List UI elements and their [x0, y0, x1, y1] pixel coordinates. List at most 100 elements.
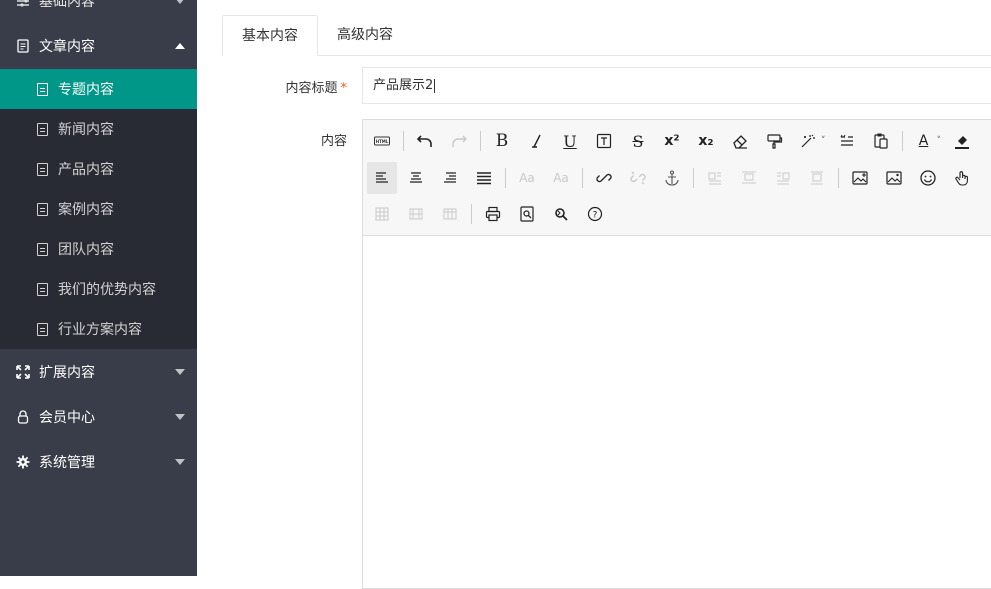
- chevron-down-icon[interactable]: ˅: [821, 136, 826, 146]
- document-icon: [37, 122, 48, 136]
- text-box-icon[interactable]: [589, 125, 619, 157]
- image-none-icon[interactable]: [734, 162, 764, 194]
- required-mark: *: [340, 81, 348, 96]
- insert-image-icon[interactable]: [845, 162, 875, 194]
- sidebar-item-team[interactable]: 团队内容: [0, 229, 197, 269]
- svg-text:?: ?: [593, 210, 598, 220]
- sidebar-item-label: 专题内容: [58, 82, 114, 98]
- tab-basic[interactable]: 基本内容: [222, 15, 318, 56]
- align-justify-icon[interactable]: [469, 162, 499, 194]
- print-icon[interactable]: [478, 198, 508, 230]
- image-center-icon[interactable]: [802, 162, 832, 194]
- underline-icon[interactable]: U: [555, 125, 585, 157]
- superscript-icon[interactable]: x²: [657, 125, 687, 157]
- sidebar-item-label: 行业方案内容: [58, 322, 142, 338]
- search-replace-icon[interactable]: [546, 198, 576, 230]
- document-icon: [16, 38, 30, 53]
- svg-text:HTML: HTML: [376, 139, 389, 144]
- emoji-icon[interactable]: [913, 162, 943, 194]
- bg-color-icon[interactable]: [947, 125, 977, 157]
- content-label: 内容: [320, 134, 347, 149]
- touch-icon[interactable]: [947, 162, 977, 194]
- sidebar-item-product[interactable]: 产品内容: [0, 149, 197, 189]
- align-right-icon[interactable]: [435, 162, 465, 194]
- nav-group-extend[interactable]: 扩展内容: [0, 349, 197, 394]
- nav-group-basic[interactable]: 基础内容: [0, 0, 197, 23]
- link-icon[interactable]: [589, 162, 619, 194]
- toolbar-separator: [582, 168, 583, 188]
- sidebar-item-advantage[interactable]: 我们的优势内容: [0, 269, 197, 309]
- document-icon: [37, 282, 48, 296]
- document-icon: [37, 162, 48, 176]
- undo-icon[interactable]: [410, 125, 440, 157]
- expand-icon: [16, 364, 30, 379]
- rich-text-editor: HTML B U S x² x₂ ˅ A ˅ Aa Aa ?: [362, 119, 991, 589]
- sidebar-item-label: 新闻内容: [58, 122, 114, 138]
- table-col-icon[interactable]: [435, 198, 465, 230]
- chevron-down-icon: [175, 368, 185, 375]
- sidebar-item-news[interactable]: 新闻内容: [0, 109, 197, 149]
- align-center-icon[interactable]: [401, 162, 431, 194]
- font-bigger-icon[interactable]: Aa: [512, 162, 542, 194]
- magic-icon[interactable]: [793, 125, 823, 157]
- nav-group-member[interactable]: 会员中心: [0, 394, 197, 439]
- nav-group-label: 会员中心: [39, 409, 95, 426]
- toolbar-separator: [403, 131, 404, 151]
- sliders-icon: [16, 0, 30, 8]
- toolbar-row-3: ?: [367, 197, 614, 231]
- editor-content-area[interactable]: [363, 236, 991, 588]
- sidebar-item-solution[interactable]: 行业方案内容: [0, 309, 197, 349]
- table-icon[interactable]: [367, 198, 397, 230]
- nav-group-system[interactable]: 系统管理: [0, 439, 197, 484]
- document-icon: [37, 322, 48, 336]
- nav-group-label: 文章内容: [39, 38, 95, 55]
- paste-icon[interactable]: [866, 125, 896, 157]
- toolbar-separator: [480, 131, 481, 151]
- sidebar-item-label: 团队内容: [58, 242, 114, 258]
- toolbar-row-2: Aa Aa: [367, 161, 981, 195]
- nav-group-label: 扩展内容: [39, 364, 95, 381]
- html-source-icon[interactable]: HTML: [367, 125, 397, 157]
- italic-icon[interactable]: [521, 125, 551, 157]
- font-smaller-icon[interactable]: Aa: [546, 162, 576, 194]
- toolbar-separator: [838, 168, 839, 188]
- format-paint-icon[interactable]: [759, 125, 789, 157]
- blockquote-icon[interactable]: [832, 125, 862, 157]
- title-label: 内容标题: [285, 81, 338, 96]
- gear-icon: [16, 455, 30, 469]
- nav-group-article[interactable]: 文章内容: [0, 23, 197, 68]
- unlink-icon[interactable]: [623, 162, 653, 194]
- tab-advanced[interactable]: 高级内容: [318, 15, 412, 56]
- bold-icon[interactable]: B: [487, 125, 517, 157]
- document-icon: [37, 82, 48, 96]
- title-input-value: 产品展示2: [373, 78, 434, 93]
- sidebar-item-label: 案例内容: [58, 202, 114, 218]
- chevron-up-icon: [175, 42, 185, 49]
- image-gallery-icon[interactable]: [879, 162, 909, 194]
- help-icon[interactable]: ?: [580, 198, 610, 230]
- strikethrough-icon[interactable]: S: [623, 125, 653, 157]
- user-icon: [16, 409, 30, 424]
- sidebar-item-label: 我们的优势内容: [58, 282, 156, 298]
- article-submenu: 专题内容 新闻内容 产品内容 案例内容 团队内容 我们的优势内容 行业方案内容: [0, 69, 197, 349]
- nav-group-label: 基础内容: [39, 0, 95, 10]
- preview-icon[interactable]: [512, 198, 542, 230]
- toolbar-row-1: HTML B U S x² x₂ ˅ A ˅: [367, 124, 981, 158]
- document-icon: [37, 242, 48, 256]
- editor-toolbar: HTML B U S x² x₂ ˅ A ˅ Aa Aa ?: [363, 120, 991, 236]
- align-left-icon[interactable]: [367, 162, 397, 194]
- image-right-icon[interactable]: [768, 162, 798, 194]
- redo-icon[interactable]: [444, 125, 474, 157]
- sidebar-item-topic[interactable]: 专题内容: [0, 69, 197, 109]
- subscript-icon[interactable]: x₂: [691, 125, 721, 157]
- title-input[interactable]: 产品展示2: [362, 67, 991, 104]
- table-row-icon[interactable]: [401, 198, 431, 230]
- toolbar-separator: [901, 131, 903, 151]
- sidebar-item-case[interactable]: 案例内容: [0, 189, 197, 229]
- anchor-icon[interactable]: [657, 162, 687, 194]
- eraser-icon[interactable]: [725, 125, 755, 157]
- chevron-down-icon[interactable]: ˅: [937, 136, 942, 146]
- font-color-icon[interactable]: A: [909, 125, 939, 157]
- image-left-icon[interactable]: [700, 162, 730, 194]
- toolbar-separator: [505, 168, 506, 188]
